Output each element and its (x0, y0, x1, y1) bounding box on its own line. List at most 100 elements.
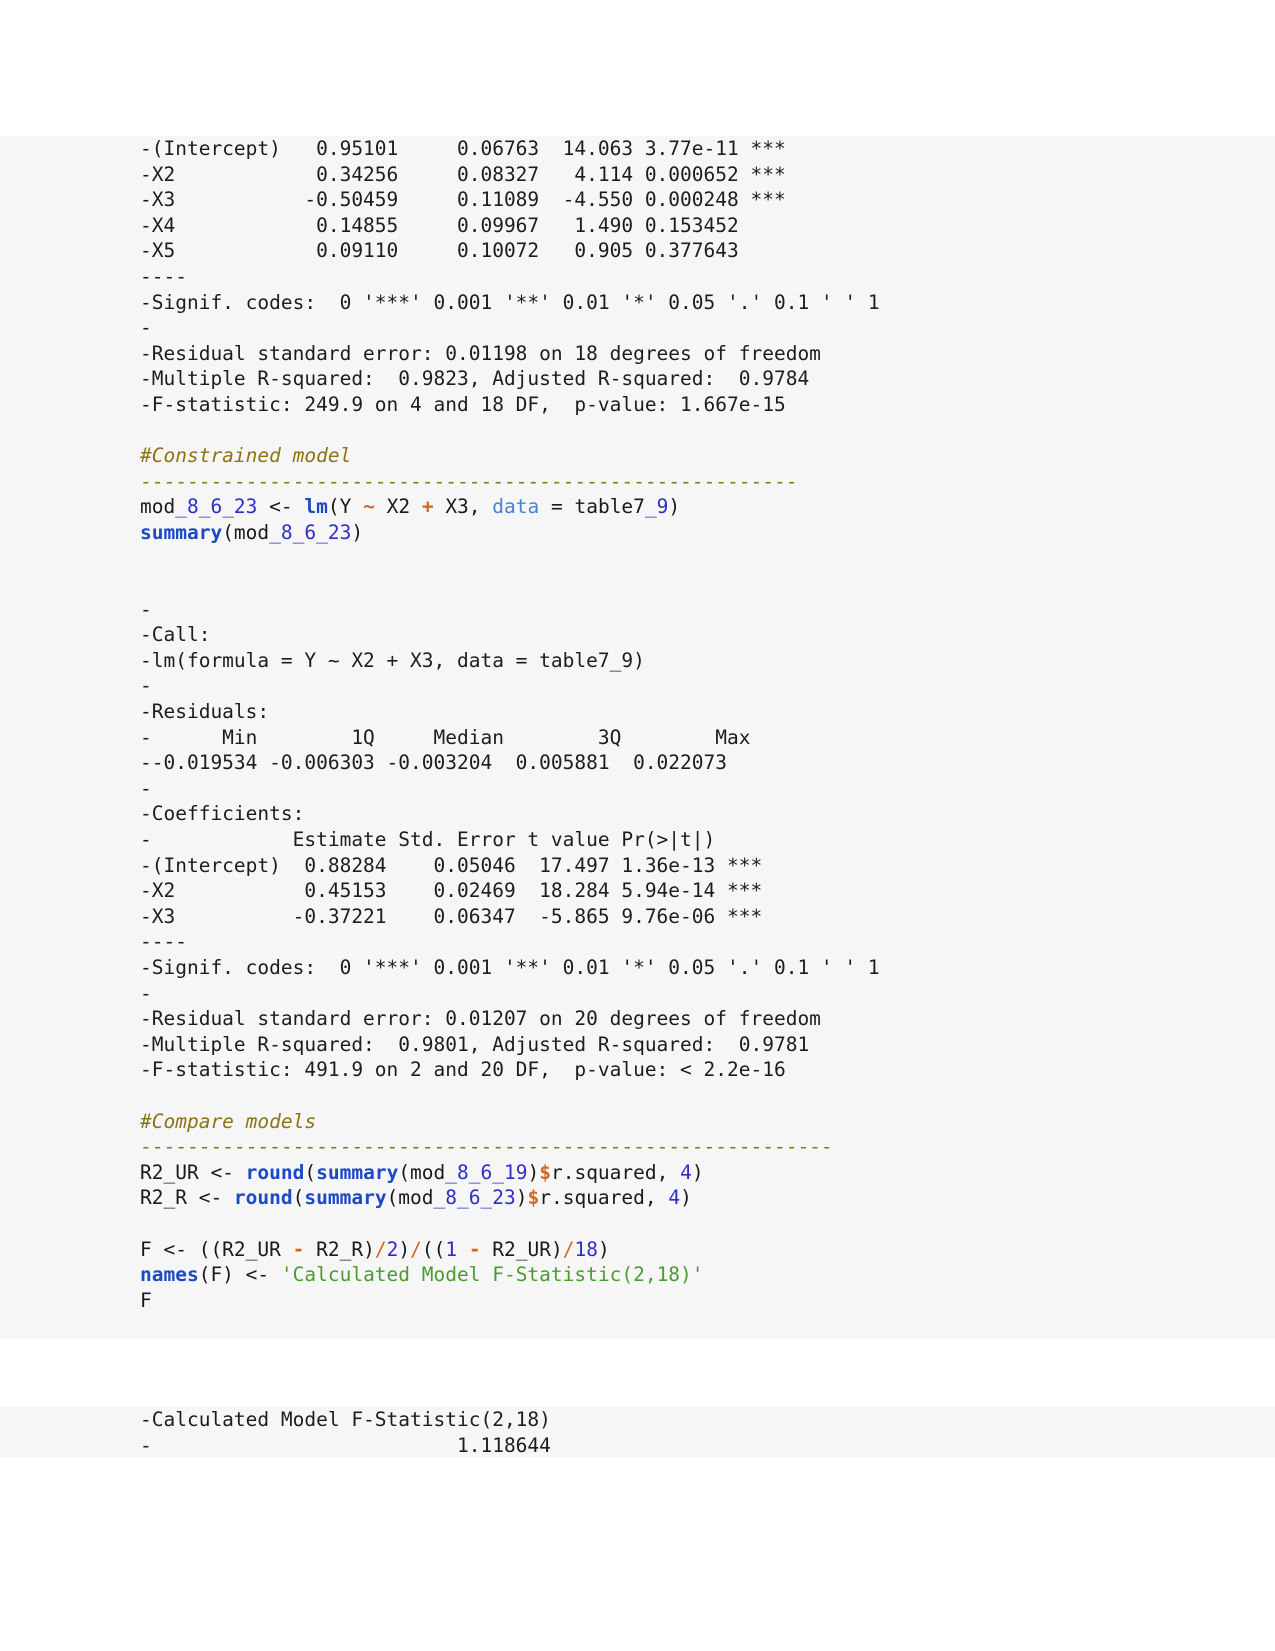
code-tokens: names(F) <- 'Calculated Model F-Statisti… (140, 1263, 704, 1286)
code-token: R2_R) (304, 1237, 375, 1261)
code-token: _8_6_23 (175, 495, 258, 519)
panel-gap (0, 1338, 1275, 1407)
code-token: 18 (574, 1237, 598, 1261)
output-line: -lm(formula = Y ~ X2 + X3, data = table7… (140, 648, 645, 672)
code-tokens: R2_R <- round(summary(mod_8_6_23)$r.squa… (140, 1186, 692, 1209)
code-line-r2-r[interactable]: R2_R <- round(summary(mod_8_6_23)$r.squa… (140, 1185, 1215, 1211)
code-token: ) (691, 1160, 704, 1184)
code-token: ( (304, 1160, 317, 1184)
output-line: -X2 0.34256 0.08327 4.114 0.000652 *** (140, 162, 786, 186)
code-token: R2_UR) (480, 1237, 563, 1261)
code-tokens: summary(mod_8_6_23) (140, 521, 363, 544)
code-tokens: F (140, 1289, 152, 1312)
code-token: _8_6_23 (433, 1186, 516, 1210)
code-token: round (245, 1160, 305, 1184)
panel-2-inner: -Calculated Model F-Statistic(2,18) - 1.… (0, 1407, 1275, 1458)
code-token: summary (140, 520, 223, 544)
code-token: + (421, 495, 434, 519)
code-line-lm-constrained[interactable]: mod_8_6_23 <- lm(Y ~ X2 + X3, data = tab… (140, 494, 1215, 520)
code-token: (mod (386, 1186, 434, 1210)
section-rule-compare: ----------------------------------------… (140, 1134, 1215, 1160)
code-token: $ (539, 1160, 551, 1184)
code-token: summary (304, 1186, 387, 1210)
code-token: (Y (327, 495, 364, 519)
code-token: F <- ((R2_UR (140, 1237, 293, 1261)
section-comment-compare: #Compare models (140, 1109, 1215, 1135)
code-token: 1 (445, 1237, 458, 1261)
output-line: -Residuals: (140, 700, 270, 724)
code-line-print-f[interactable]: F (140, 1288, 1215, 1314)
code-token: 2 (386, 1237, 399, 1261)
output-line: -(Intercept) 0.88284 0.05046 17.497 1.36… (140, 853, 763, 877)
output-line: -Coefficients: (140, 802, 305, 826)
output-line-fstat-name: -Calculated Model F-Statistic(2,18) (140, 1407, 551, 1431)
section-comment-constrained: #Constrained model (140, 443, 1215, 469)
code-token: 4 (668, 1186, 681, 1210)
document-content: -(Intercept) 0.95101 0.06763 14.063 3.77… (0, 0, 1275, 1459)
code-token: / (562, 1237, 575, 1261)
code-token: _8_6_19 (445, 1160, 528, 1184)
code-line-r2-ur[interactable]: R2_UR <- round(summary(mod_8_6_19)$r.squ… (140, 1160, 1215, 1186)
code-token: <- (257, 495, 305, 519)
code-token: (mod (398, 1160, 446, 1184)
output-line: -X2 0.45153 0.02469 18.284 5.94e-14 *** (140, 879, 763, 903)
output-line: -X5 0.09110 0.10072 0.905 0.377643 (140, 239, 739, 263)
code-token: X3, (433, 495, 493, 519)
code-token: 4 (680, 1160, 692, 1184)
panel-1-inner: -(Intercept) 0.95101 0.06763 14.063 3.77… (0, 136, 1275, 1339)
output-line: -Multiple R-squared: 0.9801, Adjusted R-… (140, 1032, 810, 1056)
rule-text: ----------------------------------------… (140, 1135, 833, 1159)
output-line: - Estimate Std. Error t value Pr(>|t|) (140, 828, 716, 852)
output-line: -X3 -0.50459 0.11089 -4.550 0.000248 *** (140, 188, 786, 212)
rule-text: ----------------------------------------… (140, 469, 798, 493)
code-token: X2 (374, 495, 422, 519)
output-line: -Residual standard error: 0.01207 on 20 … (140, 1007, 821, 1031)
code-token: r.squared, (550, 1160, 681, 1184)
output-line: ---- (140, 264, 187, 288)
output-line: - Min 1Q Median 3Q Max (140, 725, 751, 749)
output-line: -X3 -0.37221 0.06347 -5.865 9.76e-06 *** (140, 904, 763, 928)
code-token: ) (398, 1237, 411, 1261)
output-line: -Signif. codes: 0 '***' 0.001 '**' 0.01 … (140, 290, 880, 314)
document-page: -(Intercept) 0.95101 0.06763 14.063 3.77… (0, 0, 1275, 1651)
code-token: = table7 (539, 495, 645, 519)
code-token: R2_UR <- (140, 1160, 246, 1184)
code-token: r.squared, (539, 1186, 669, 1210)
code-token: data (492, 495, 540, 519)
code-line-summary-constrained[interactable]: summary(mod_8_6_23) (140, 520, 1215, 546)
code-token: (( (421, 1237, 446, 1261)
code-token: ) (351, 520, 364, 544)
output-line: -(Intercept) 0.95101 0.06763 14.063 3.77… (140, 137, 786, 160)
code-token: ) (515, 1186, 528, 1210)
output-line: -X4 0.14855 0.09967 1.490 0.153452 (140, 213, 739, 237)
output-line: -F-statistic: 491.9 on 2 and 20 DF, p-va… (140, 1058, 786, 1082)
code-line-f-statistic[interactable]: F <- ((R2_UR - R2_R)/2)/((1 - R2_UR)/18) (140, 1237, 1215, 1263)
output-line: --0.019534 -0.006303 -0.003204 0.005881 … (140, 751, 727, 775)
code-token: ) (597, 1237, 610, 1261)
code-tokens: F <- ((R2_UR - R2_R)/2)/((1 - R2_UR)/18) (140, 1238, 610, 1261)
code-line-names[interactable]: names(F) <- 'Calculated Model F-Statisti… (140, 1262, 1215, 1288)
output-line: - (140, 981, 152, 1005)
code-token: ) (527, 1160, 540, 1184)
output-line: -Signif. codes: 0 '***' 0.001 '**' 0.01 … (140, 956, 880, 979)
code-token: / (374, 1237, 387, 1261)
code-tokens: mod_8_6_23 <- lm(Y ~ X2 + X3, data = tab… (140, 495, 680, 518)
code-token: names (140, 1263, 199, 1287)
code-token: (F) <- (198, 1263, 281, 1287)
code-output-panel-1: -(Intercept) 0.95101 0.06763 14.063 3.77… (0, 136, 1275, 1339)
code-token: ) (680, 1186, 692, 1210)
code-token: (mod (222, 520, 270, 544)
output-line: ---- (140, 930, 187, 954)
code-token: $ (527, 1186, 540, 1210)
code-token: _9 (644, 495, 669, 519)
code-token: ( (292, 1186, 305, 1210)
output-line: -Residual standard error: 0.01198 on 18 … (140, 341, 821, 365)
code-token: - (292, 1237, 305, 1261)
code-token: ~ (363, 495, 375, 519)
output-line: - (140, 674, 152, 698)
